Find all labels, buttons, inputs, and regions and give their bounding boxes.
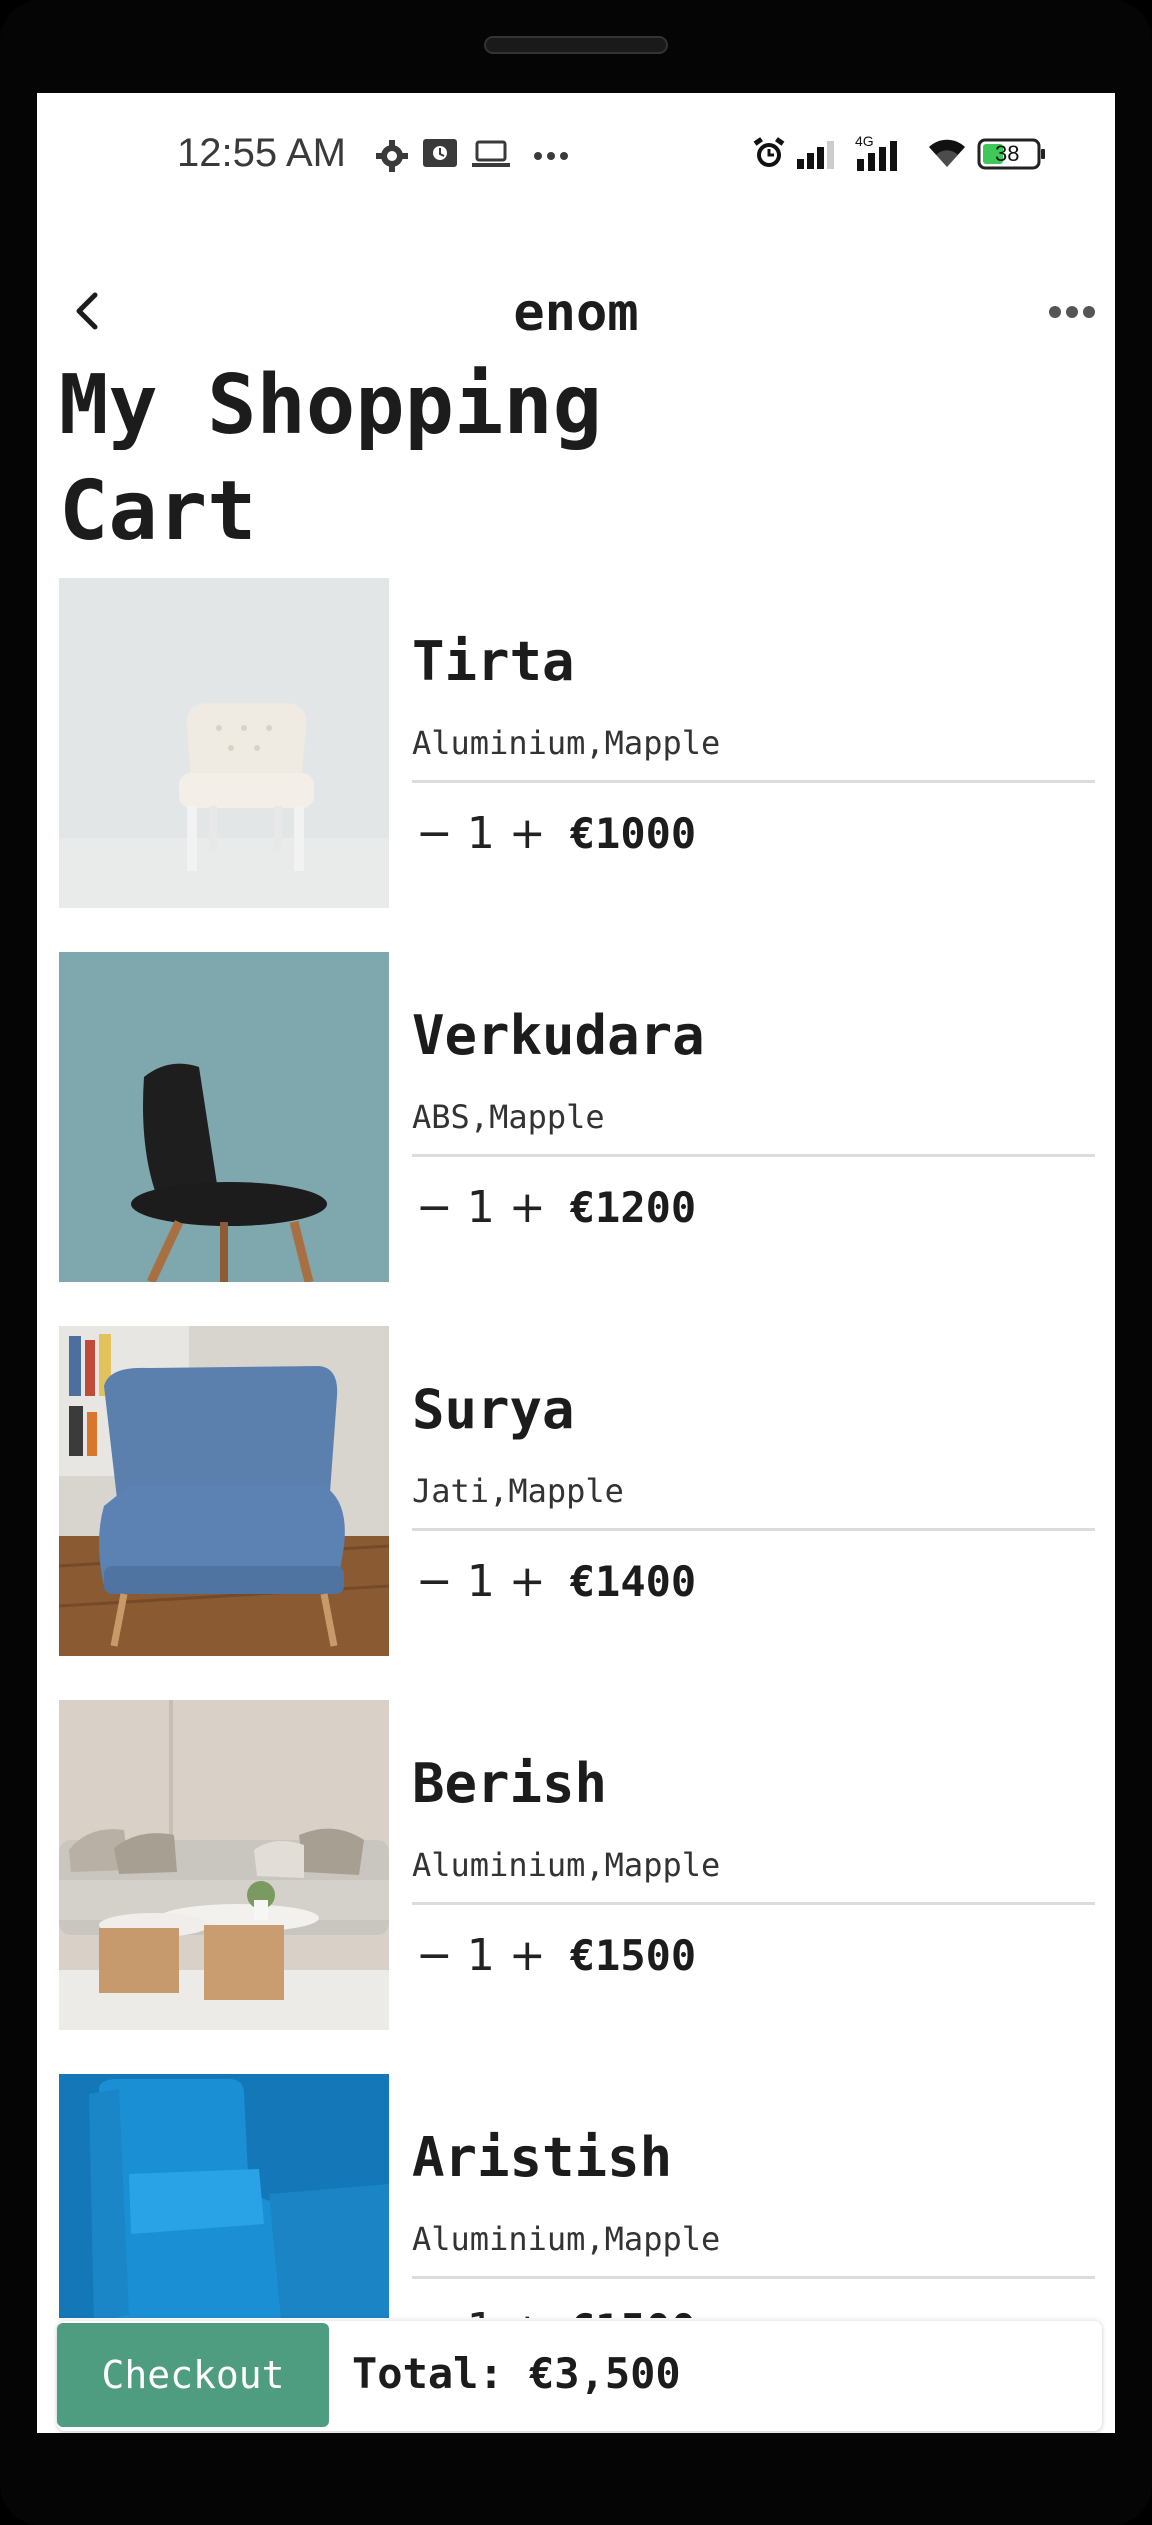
cart-item-info: Verkudara ABS,Mapple − 1 + €1200 <box>412 952 1095 1282</box>
product-price: €1500 <box>570 2305 696 2319</box>
product-name: Tirta <box>412 630 575 693</box>
product-materials: Aluminium,Mapple <box>412 1846 721 1884</box>
quantity-stepper: − 1 + €1000 <box>412 803 696 863</box>
cart-item: Verkudara ABS,Mapple − 1 + €1200 <box>59 952 1095 1282</box>
divider <box>412 2276 1095 2279</box>
product-name: Surya <box>412 1378 575 1441</box>
product-materials: ABS,Mapple <box>412 1098 605 1136</box>
cart-item: Berish Aluminium,Mapple − 1 + €1500 <box>59 1700 1095 2030</box>
quantity-stepper: − 1 + €1500 <box>412 1925 696 1985</box>
cart-item-info: Aristish Aluminium,Mapple − 1 + €1500 <box>412 2074 1095 2318</box>
product-image-black-shell-chair[interactable] <box>59 952 389 1282</box>
increase-quantity-button[interactable]: + <box>505 1182 550 1233</box>
alarm-clock-icon <box>753 137 785 167</box>
increase-quantity-button[interactable]: + <box>505 1930 550 1981</box>
signal-strength-4g-icon <box>857 141 897 171</box>
more-options-button[interactable] <box>1047 297 1097 327</box>
cart-list[interactable]: Tirta Aluminium,Mapple − 1 + €1000 Verku… <box>37 578 1115 2318</box>
cart-item-info: Berish Aluminium,Mapple − 1 + €1500 <box>412 1700 1095 2030</box>
product-price: €1400 <box>569 1556 697 1606</box>
quantity-stepper: − 1 + €1400 <box>412 1551 696 1611</box>
product-price: €1200 <box>569 1182 697 1232</box>
quantity-stepper: − 1 + €1200 <box>412 1177 696 1237</box>
product-image-white-tufted-chair[interactable] <box>59 578 389 908</box>
phone-frame: 12:55 AM 4G 38 enom My Shopping Cart Tir… <box>0 0 1152 2525</box>
quantity-stepper: − 1 + €1500 <box>412 2299 696 2319</box>
product-image-bright-blue-chair[interactable] <box>59 2074 389 2318</box>
increase-quantity-button[interactable]: + <box>505 1556 550 1607</box>
product-materials: Aluminium,Mapple <box>412 724 721 762</box>
cart-item-info: Tirta Aluminium,Mapple − 1 + €1000 <box>412 578 1095 908</box>
checkout-bar: Checkout Total: €3,500 <box>57 2321 1102 2431</box>
battery-level: 38 <box>995 141 1020 166</box>
divider <box>412 1902 1095 1905</box>
product-image-blue-armchair[interactable] <box>59 1326 389 1656</box>
page-title: My Shopping Cart <box>59 358 603 559</box>
divider <box>412 780 1095 783</box>
signal-strength-icon <box>797 141 834 169</box>
cart-total: Total: €3,500 <box>352 2349 681 2398</box>
wifi-icon <box>929 139 965 167</box>
more-notifications-icon <box>534 152 568 160</box>
increase-quantity-button[interactable]: + <box>505 808 550 859</box>
product-materials: Aluminium,Mapple <box>412 2220 721 2258</box>
product-image-living-room-sofa[interactable] <box>59 1700 389 2030</box>
more-horizontal-icon <box>1049 306 1095 318</box>
quantity-value: 1 <box>466 1181 495 1233</box>
shield-notification-icon <box>423 139 457 167</box>
decrease-quantity-button[interactable]: − <box>412 1182 457 1233</box>
decrease-quantity-button[interactable]: − <box>412 808 457 859</box>
checkout-button[interactable]: Checkout <box>57 2323 329 2427</box>
quantity-value: 1 <box>466 807 495 859</box>
product-name: Aristish <box>412 2126 673 2189</box>
quantity-value: 1 <box>467 2304 495 2319</box>
quantity-value: 1 <box>466 1929 495 1981</box>
decrease-quantity-button[interactable]: − <box>412 1930 457 1981</box>
app-title: enom <box>513 283 639 343</box>
cart-item: Tirta Aluminium,Mapple − 1 + €1000 <box>59 578 1095 908</box>
screen: 12:55 AM 4G 38 enom My Shopping Cart Tir… <box>37 93 1115 2433</box>
laptop-icon <box>472 140 510 167</box>
divider <box>412 1154 1095 1157</box>
increase-quantity-button[interactable]: + <box>505 2304 550 2319</box>
decrease-quantity-button[interactable]: − <box>412 2304 457 2319</box>
cart-item: Aristish Aluminium,Mapple − 1 + €1500 <box>59 2074 1095 2318</box>
earpiece-speaker <box>484 36 668 54</box>
divider <box>412 1528 1095 1531</box>
product-name: Verkudara <box>412 1004 705 1067</box>
product-materials: Jati,Mapple <box>412 1472 624 1510</box>
product-name: Berish <box>412 1752 608 1815</box>
product-price: €1000 <box>569 808 697 858</box>
decrease-quantity-button[interactable]: − <box>412 1556 457 1607</box>
product-price: €1500 <box>569 1930 697 1980</box>
settings-gear-icon <box>376 140 408 172</box>
status-bar: 12:55 AM 4G 38 <box>37 93 1115 213</box>
cart-item: Surya Jati,Mapple − 1 + €1400 <box>59 1326 1095 1656</box>
status-time: 12:55 AM <box>177 131 347 175</box>
quantity-value: 1 <box>466 1555 495 1607</box>
cart-item-info: Surya Jati,Mapple − 1 + €1400 <box>412 1326 1095 1656</box>
